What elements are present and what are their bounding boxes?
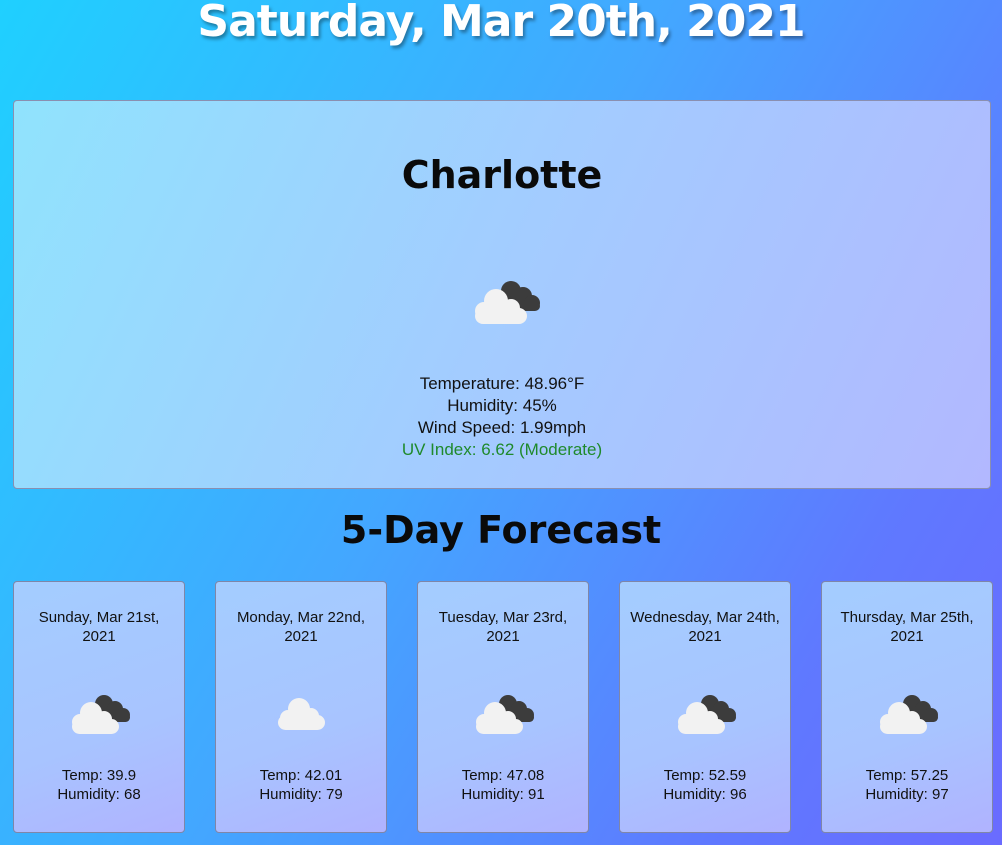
forecast-stats: Temp: 57.25 Humidity: 97 [822,766,992,804]
forecast-card: Sunday, Mar 21st, 2021 Temp: 39.9 Humidi… [13,581,185,833]
forecast-card: Wednesday, Mar 24th, 2021 Temp: 52.59 Hu… [619,581,791,833]
cloudy-icon [72,695,130,734]
forecast-date: Tuesday, Mar 23rd, 2021 [438,609,568,645]
forecast-date: Wednesday, Mar 24th, 2021 [630,609,780,645]
humidity-text: Humidity: 45% [447,396,557,415]
uv-index-text: UV Index: 6.62 (Moderate) [401,440,603,459]
forecast-card: Monday, Mar 22nd, 2021 Temp: 42.01 Humid… [215,581,387,833]
forecast-stats: Temp: 47.08 Humidity: 91 [418,766,588,804]
forecast-date: Monday, Mar 22nd, 2021 [236,609,366,645]
forecast-humidity: Humidity: 79 [259,786,343,803]
forecast-temp: Temp: 39.9 [61,767,137,784]
forecast-date: Thursday, Mar 25th, 2021 [840,609,974,645]
forecast-temp: Temp: 47.08 [461,767,545,784]
cloudy-icon [476,695,534,734]
cloud-icon [278,698,325,730]
current-stats: Temperature: 48.96°F Humidity: 45% Wind … [14,373,990,461]
page-title: Saturday, Mar 20th, 2021 [197,0,805,47]
forecast-temp: Temp: 57.25 [865,767,949,784]
forecast-stats: Temp: 42.01 Humidity: 79 [216,766,386,804]
cloudy-icon [475,281,540,324]
cloudy-icon [880,695,938,734]
forecast-title: 5-Day Forecast [340,508,662,552]
cloudy-icon [678,695,736,734]
forecast-stats: Temp: 39.9 Humidity: 68 [14,766,184,804]
forecast-temp: Temp: 52.59 [663,767,747,784]
forecast-stats: Temp: 52.59 Humidity: 96 [620,766,790,804]
forecast-date: Sunday, Mar 21st, 2021 [38,609,160,645]
forecast-list: Sunday, Mar 21st, 2021 Temp: 39.9 Humidi… [13,581,993,833]
current-weather-card: Charlotte Temperature: 48.96°F Humidity:… [13,100,991,489]
temperature-text: Temperature: 48.96°F [419,374,585,393]
wind-speed-text: Wind Speed: 1.99mph [417,418,587,437]
forecast-temp: Temp: 42.01 [259,767,343,784]
city-name: Charlotte [401,153,603,197]
forecast-humidity: Humidity: 97 [865,786,949,803]
forecast-humidity: Humidity: 96 [663,786,747,803]
forecast-humidity: Humidity: 91 [461,786,545,803]
forecast-card: Tuesday, Mar 23rd, 2021 Temp: 47.08 Humi… [417,581,589,833]
forecast-card: Thursday, Mar 25th, 2021 Temp: 57.25 Hum… [821,581,993,833]
forecast-humidity: Humidity: 68 [57,786,141,803]
